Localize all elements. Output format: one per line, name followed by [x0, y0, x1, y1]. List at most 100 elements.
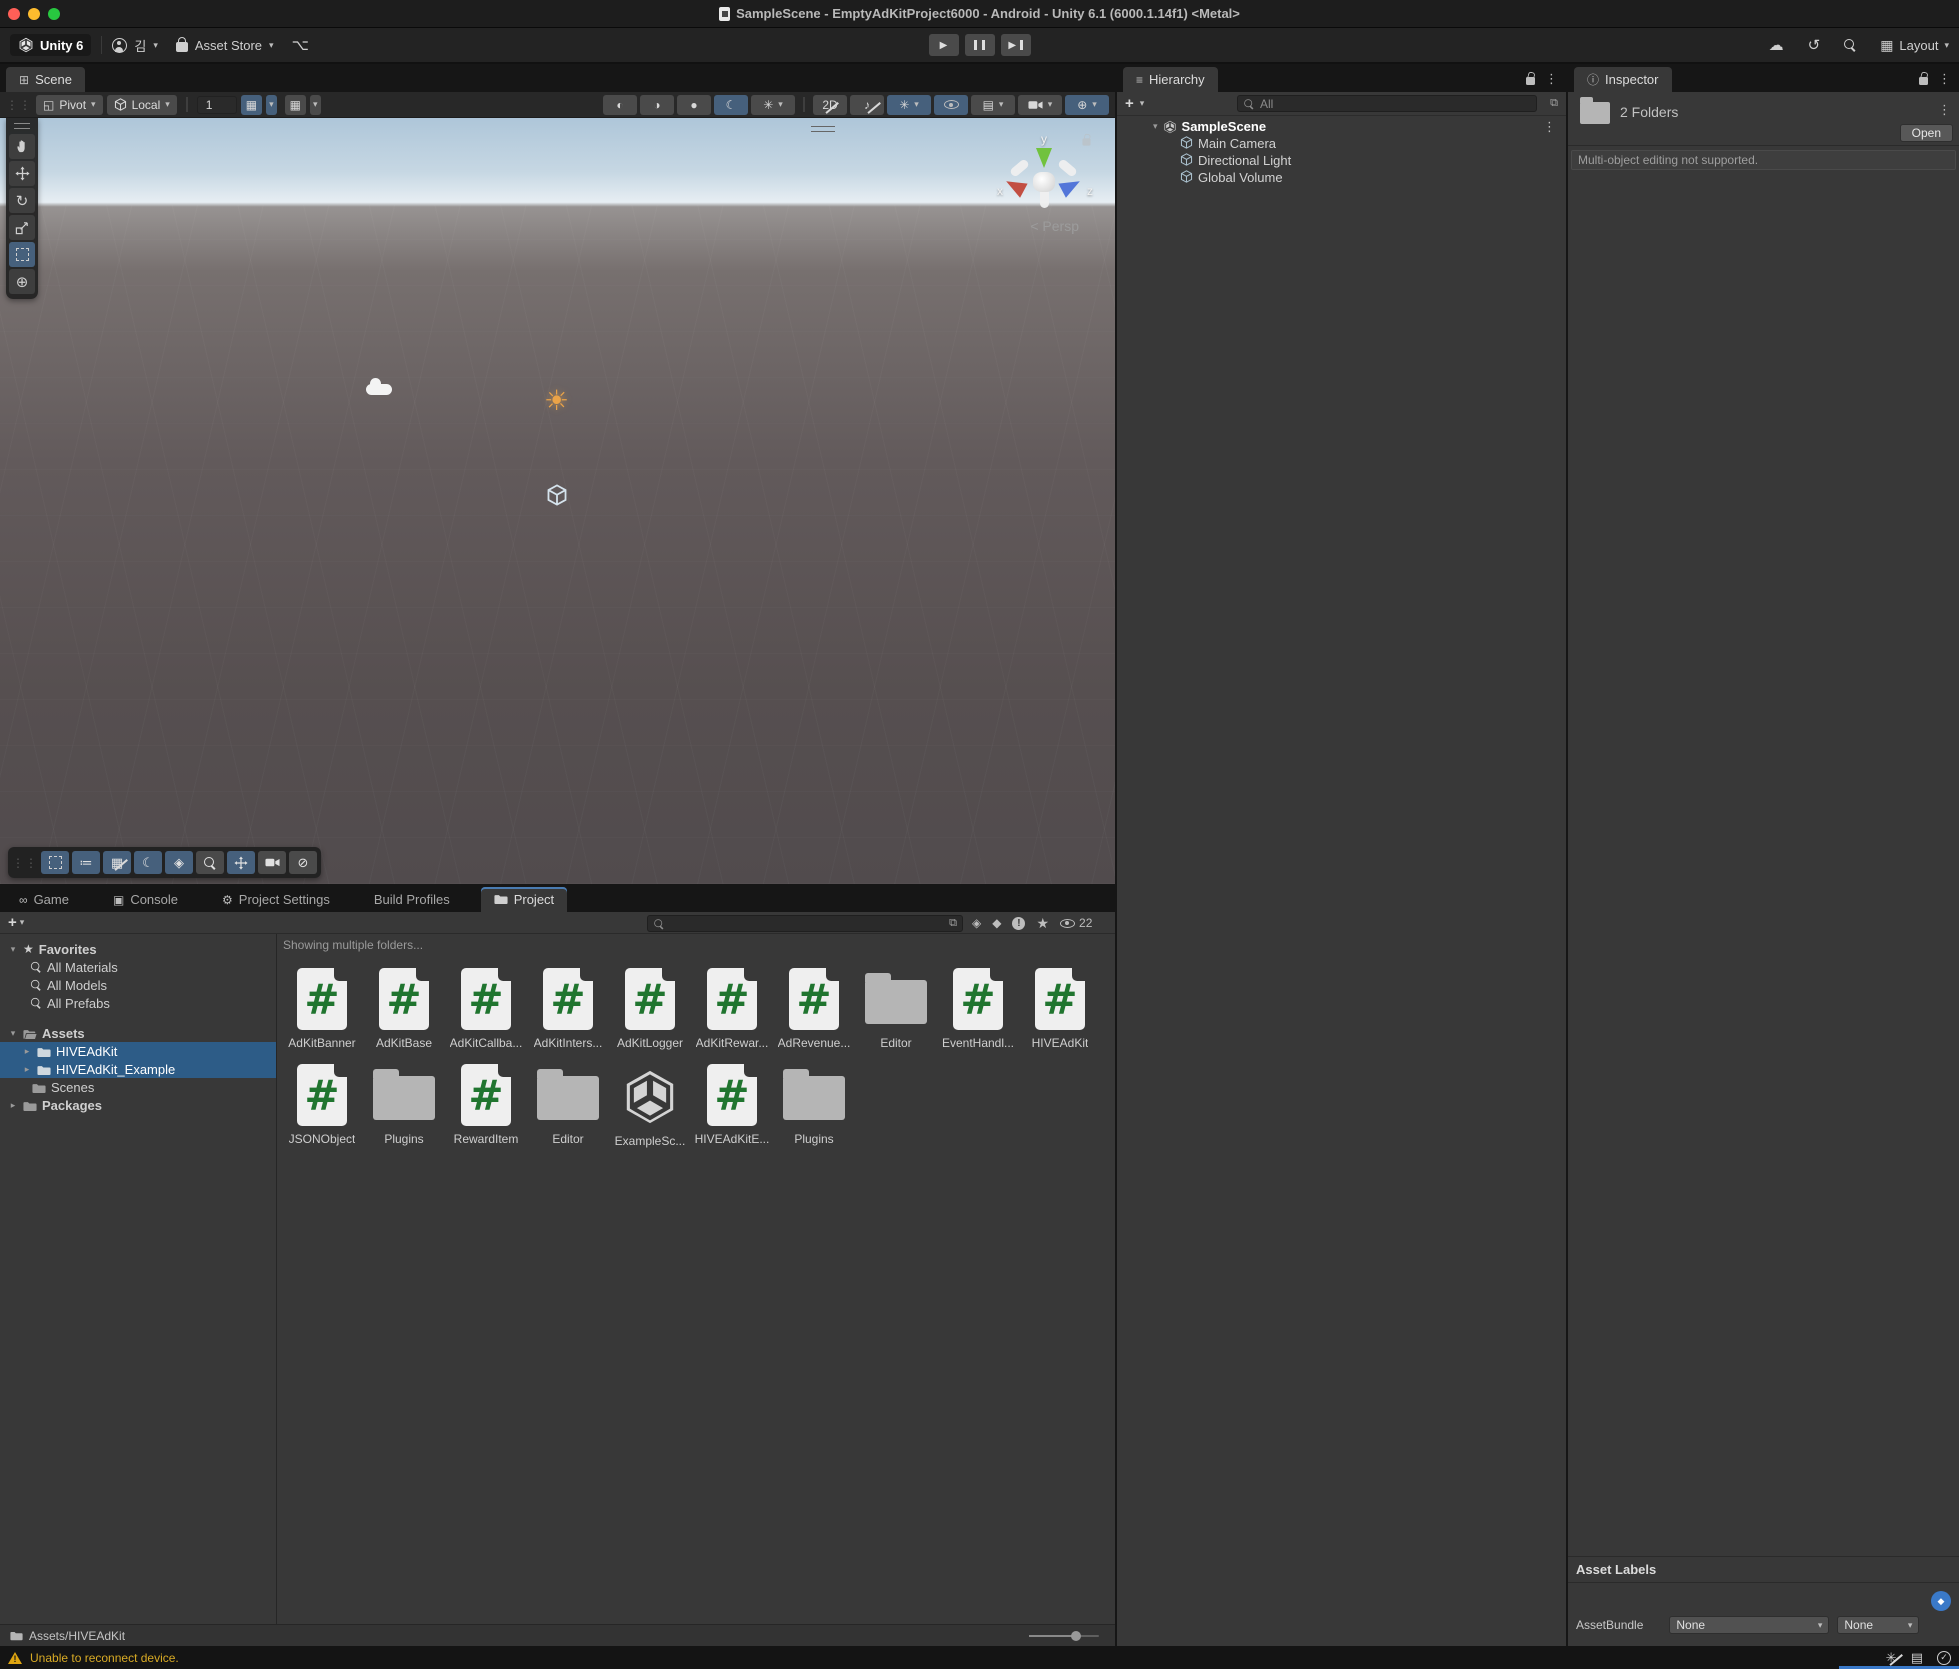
- tree-hiveadkit[interactable]: ▸ HIVEAdKit: [0, 1042, 276, 1060]
- project-item[interactable]: Editor: [855, 968, 937, 1050]
- always-refresh-dropdown[interactable]: ✳▾: [887, 95, 931, 115]
- shading-mode-button[interactable]: ◐: [603, 95, 637, 115]
- project-item[interactable]: #AdKitCallba...: [445, 968, 527, 1050]
- kebab-menu-icon[interactable]: ⋮: [1543, 119, 1556, 135]
- tab-console[interactable]: ▣ Console: [100, 887, 191, 912]
- foldout-arrow-icon[interactable]: ▸: [8, 1100, 18, 1111]
- hierarchy-item[interactable]: Global Volume: [1117, 169, 1566, 186]
- label-tag-button[interactable]: ◆: [1931, 1591, 1951, 1611]
- gizmo-center[interactable]: [1033, 172, 1055, 192]
- global-volume-gizmo[interactable]: [546, 484, 568, 506]
- pivot-dropdown[interactable]: ◱ Pivot ▾: [36, 95, 103, 115]
- audio-toggle[interactable]: ♪: [850, 95, 884, 115]
- thumbnail-zoom-slider[interactable]: [1029, 1635, 1099, 1637]
- filter-by-label-button[interactable]: ◆: [992, 916, 1001, 930]
- foldout-arrow-icon[interactable]: ▸: [22, 1046, 32, 1057]
- tree-all-models[interactable]: All Models: [0, 976, 276, 994]
- project-item[interactable]: #AdRevenue...: [773, 968, 855, 1050]
- lock-icon[interactable]: [1526, 77, 1535, 85]
- tab-build-profiles[interactable]: Build Profiles: [361, 887, 463, 912]
- tab-hierarchy[interactable]: ≡ Hierarchy: [1123, 67, 1218, 92]
- project-item[interactable]: Plugins: [363, 1064, 445, 1148]
- status-message[interactable]: Unable to reconnect device.: [30, 1651, 179, 1665]
- project-item[interactable]: #EventHandl...: [937, 968, 1019, 1050]
- rotate-tool[interactable]: ↻: [9, 188, 35, 213]
- tab-inspector[interactable]: ⓘ Inspector: [1574, 67, 1672, 92]
- layers-dropdown[interactable]: ▤▾: [971, 95, 1015, 115]
- grid-snap-toggle[interactable]: ▦: [241, 95, 262, 115]
- foldout-arrow-icon[interactable]: ▾: [8, 944, 18, 955]
- tree-hiveadkit-example[interactable]: ▸ HIVEAdKit_Example: [0, 1060, 276, 1078]
- scene-viewport[interactable]: ↻ ⊕ y x z < Persp ☀ ⋮⋮ ≔ ▦ ☾: [0, 118, 1115, 884]
- overlay-particles-toggle[interactable]: ◈: [165, 851, 193, 874]
- project-item[interactable]: #HIVEAdKitE...: [691, 1064, 773, 1148]
- foldout-arrow-icon[interactable]: ▾: [1153, 121, 1158, 132]
- overlay-lighting-toggle[interactable]: ☾: [134, 851, 162, 874]
- axis-x-cone[interactable]: [1002, 174, 1027, 198]
- project-item[interactable]: #RewardItem: [445, 1064, 527, 1148]
- drag-handle-icon[interactable]: ⋮⋮: [12, 856, 38, 870]
- transform-tool[interactable]: ⊕: [9, 269, 35, 294]
- hand-tool[interactable]: [9, 134, 35, 159]
- assetbundle-variant-dropdown[interactable]: None ▾: [1837, 1616, 1919, 1634]
- hierarchy-item[interactable]: Directional Light: [1117, 152, 1566, 169]
- toolbar-grip[interactable]: ⋮⋮: [6, 98, 32, 112]
- assetbundle-dropdown[interactable]: None ▾: [1669, 1616, 1829, 1634]
- scene-visibility-toggle[interactable]: [934, 95, 968, 115]
- filter-importance-button[interactable]: !: [1012, 917, 1025, 930]
- scene-gizmo-sprite[interactable]: [366, 384, 392, 395]
- lighting-toggle[interactable]: ☾: [714, 95, 748, 115]
- asset-labels-header[interactable]: Asset Labels: [1568, 1557, 1959, 1583]
- tab-project[interactable]: Project: [481, 887, 567, 912]
- project-item[interactable]: #AdKitBase: [363, 968, 445, 1050]
- asset-store-menu[interactable]: Asset Store ▾: [176, 38, 274, 53]
- hierarchy-search-input[interactable]: All: [1237, 95, 1537, 112]
- project-item[interactable]: #AdKitRewar...: [691, 968, 773, 1050]
- tab-scene[interactable]: ⊞ Scene: [6, 67, 85, 92]
- tree-all-prefabs[interactable]: All Prefabs: [0, 994, 276, 1012]
- project-item[interactable]: #AdKitBanner: [281, 968, 363, 1050]
- orientation-dropdown[interactable]: Local ▾: [107, 95, 177, 115]
- project-search-input[interactable]: ⧉: [647, 915, 963, 932]
- breadcrumb[interactable]: Assets/HIVEAdKit: [29, 1629, 125, 1643]
- activity-indicator-button[interactable]: ✓: [1937, 1651, 1951, 1665]
- tree-scenes[interactable]: Scenes: [0, 1078, 276, 1096]
- gizmos-dropdown[interactable]: ⊕▾: [1065, 95, 1109, 115]
- debugger-detached-button[interactable]: ✳: [1886, 1650, 1897, 1666]
- drag-handle-icon[interactable]: [14, 123, 30, 129]
- slider-knob[interactable]: [1071, 1631, 1081, 1641]
- snap-increment-toggle[interactable]: ▦: [285, 95, 306, 115]
- camera-dropdown[interactable]: ▾: [1018, 95, 1062, 115]
- overlay-view-options[interactable]: ≔: [72, 851, 100, 874]
- project-item[interactable]: #AdKitInters...: [527, 968, 609, 1050]
- project-item[interactable]: #JSONObject: [281, 1064, 363, 1148]
- snap-increment-dropdown[interactable]: ▾: [310, 95, 321, 115]
- open-button[interactable]: Open: [1900, 124, 1953, 142]
- 2d-toggle[interactable]: 2D: [813, 95, 847, 115]
- axis-z-cone[interactable]: [1058, 174, 1083, 198]
- foldout-arrow-icon[interactable]: ▸: [22, 1064, 32, 1075]
- version-control-button[interactable]: ⌥: [292, 36, 309, 54]
- effects-dropdown[interactable]: ✳▾: [751, 95, 795, 115]
- overlay-compass-button[interactable]: ⊘: [289, 851, 317, 874]
- overlay-move-button[interactable]: [227, 851, 255, 874]
- unity-version-badge[interactable]: Unity 6: [10, 34, 91, 56]
- project-content[interactable]: Showing multiple folders... #AdKitBanner…: [277, 934, 1115, 1624]
- chevron-down-icon[interactable]: ▾: [20, 917, 25, 928]
- account-menu[interactable]: 김 ▾: [112, 36, 158, 55]
- scale-tool[interactable]: [9, 215, 35, 240]
- tree-assets[interactable]: ▾ Assets: [0, 1024, 276, 1042]
- kebab-menu-icon[interactable]: ⋮: [1938, 71, 1951, 87]
- step-button[interactable]: ▶: [1001, 34, 1031, 56]
- hierarchy-item[interactable]: Main Camera: [1117, 135, 1566, 152]
- tab-game[interactable]: ∞ Game: [6, 887, 82, 912]
- overlay-camera-button[interactable]: [258, 851, 286, 874]
- open-in-window-icon[interactable]: ⧉: [949, 917, 957, 930]
- foldout-arrow-icon[interactable]: ▾: [8, 1028, 18, 1039]
- undo-history-button[interactable]: ↺: [1808, 36, 1821, 54]
- tab-project-settings[interactable]: ⚙ Project Settings: [209, 887, 343, 912]
- overlay-drag-handle[interactable]: [811, 126, 835, 132]
- directional-light-gizmo[interactable]: ☀: [544, 384, 569, 417]
- chevron-down-icon[interactable]: ▾: [1140, 98, 1145, 109]
- filter-by-type-button[interactable]: ◈: [972, 916, 981, 930]
